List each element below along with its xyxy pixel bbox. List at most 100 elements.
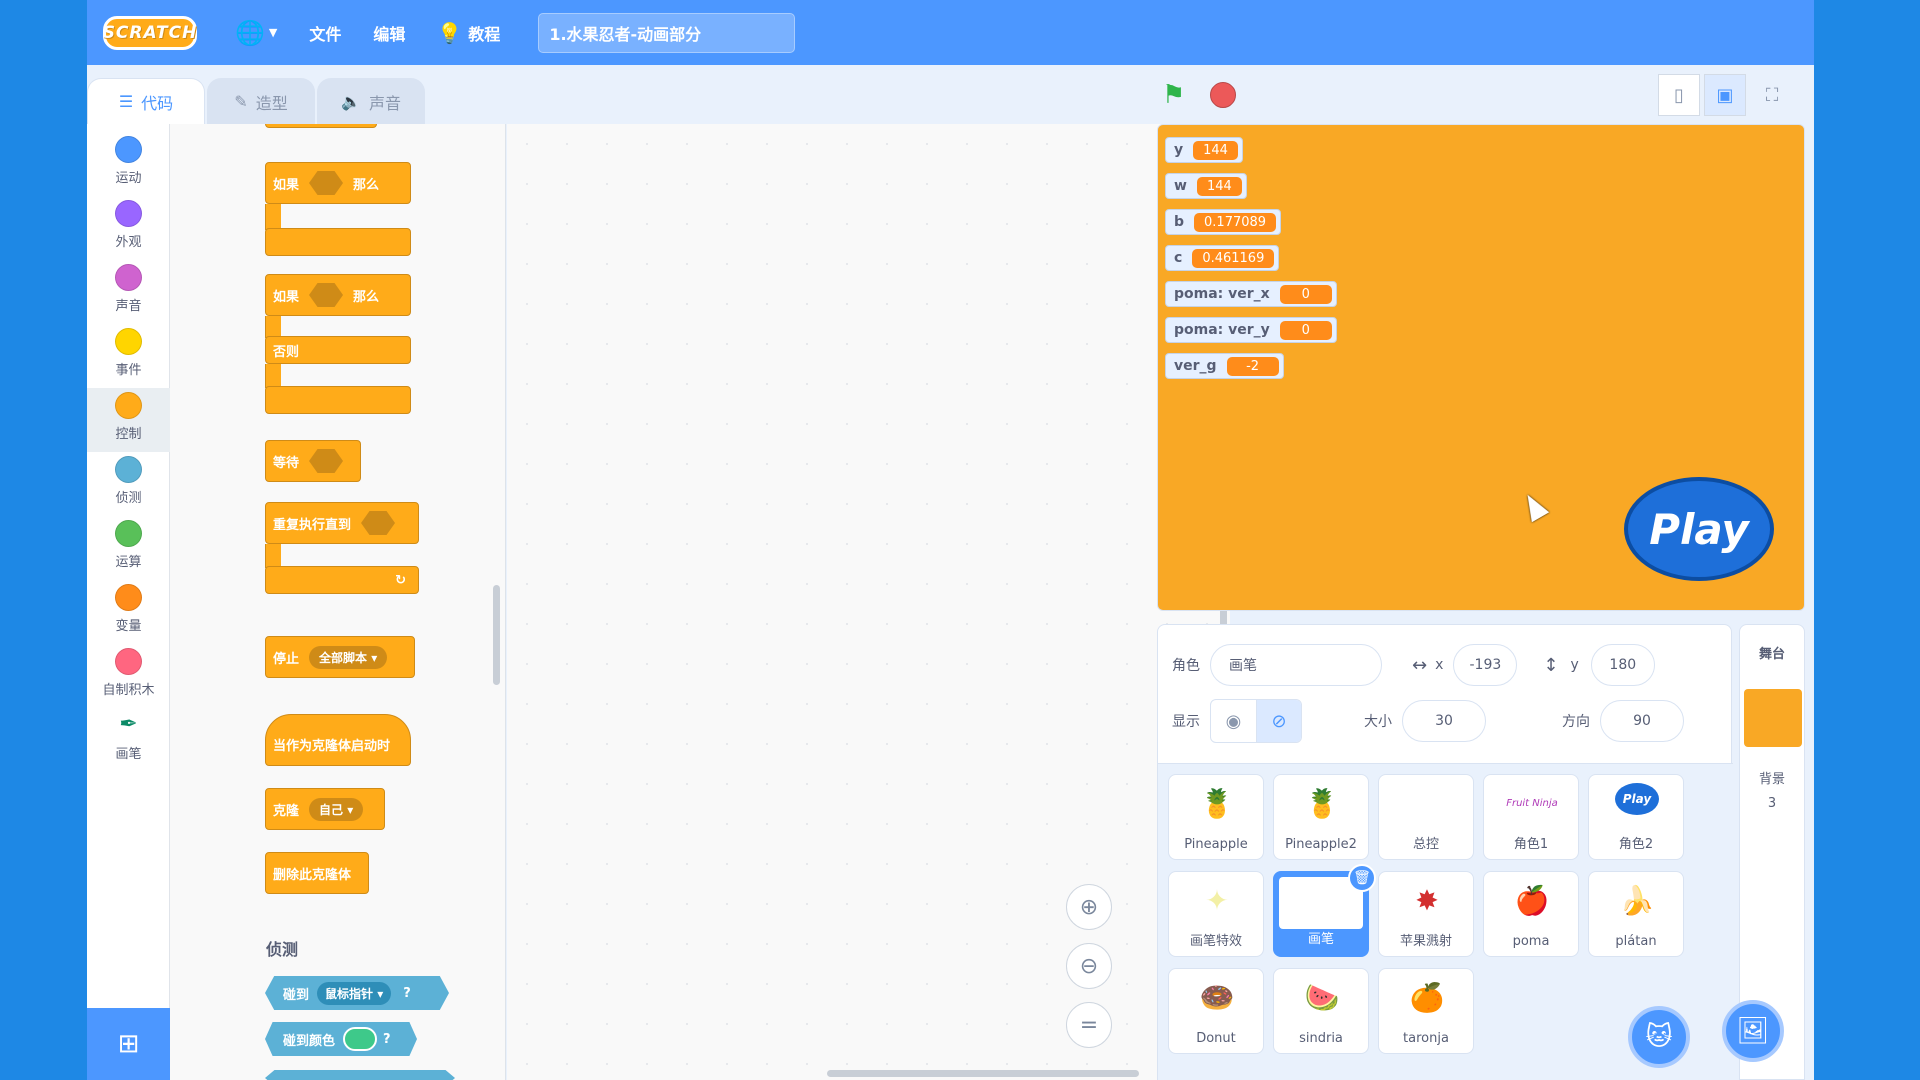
sprite-tile-poma[interactable]: 🍎 poma [1483, 871, 1579, 957]
color-swatch[interactable] [343, 1027, 378, 1051]
file-menu[interactable]: 文件 [293, 0, 357, 65]
sprite-info-row-1: 角色 画笔 ↔ x -193 ↕ y 180 [1172, 643, 1655, 687]
tab-code-label: 代码 [141, 93, 174, 113]
block-partial[interactable] [265, 124, 377, 128]
sprite-name-input[interactable]: 画笔 [1210, 644, 1382, 686]
tab-sounds[interactable]: 🔈 声音 [317, 78, 425, 124]
backdrops-label: 背景 [1758, 772, 1785, 787]
block-label: 否则 [273, 344, 300, 360]
x-position-input[interactable]: -193 [1453, 644, 1518, 686]
sprite-name: Pineapple [1184, 837, 1248, 852]
category-looks[interactable]: 外观 [87, 196, 170, 260]
backdrops-count: 3 [1767, 796, 1777, 811]
y-position-input[interactable]: 180 [1590, 644, 1655, 686]
category-motion[interactable]: 运动 [87, 132, 170, 196]
category-my-blocks[interactable]: 自制积木 [87, 644, 170, 708]
choose-backdrop-button[interactable]: 🖼 [1722, 1000, 1784, 1062]
language-menu[interactable]: 🌐 ▼ [197, 0, 293, 65]
block-when-clone-start[interactable]: 当作为克隆体启动时 [265, 714, 411, 766]
boolean-slot [361, 511, 396, 535]
scratch-logo[interactable]: SCRATCH [103, 15, 197, 50]
apple-icon: 🍎 [1514, 883, 1550, 917]
sprite-name: 角色1 [1513, 837, 1549, 852]
fruit-ninja-logo-icon: Fruit Ninja [1506, 797, 1558, 809]
clone-option-dropdown[interactable]: 自己 ▾ [309, 797, 364, 821]
category-events[interactable]: 事件 [87, 324, 170, 388]
fullscreen-button[interactable]: ⛶ [1751, 74, 1793, 116]
large-stage-button[interactable]: ▣ [1704, 74, 1746, 116]
tab-sounds-label: 声音 [368, 93, 401, 113]
category-dot [115, 264, 142, 291]
category-sensing[interactable]: 侦测 [87, 452, 170, 516]
c-block-arm [265, 204, 281, 230]
tab-code[interactable]: ☰ 代码 [87, 78, 205, 124]
tutorials-menu[interactable]: 💡 教程 [421, 0, 516, 65]
category-variables[interactable]: 变量 [87, 580, 170, 644]
block-stop[interactable]: 停止 全部脚本 ▾ [265, 636, 415, 678]
sprite-tile-taronja[interactable]: 🍊 taronja [1378, 968, 1474, 1054]
block-repeat-until[interactable]: 重复执行直到 [265, 502, 419, 544]
hide-sprite-button[interactable]: ⊘ [1256, 700, 1301, 742]
image-plus-icon: 🖼 [1736, 1016, 1770, 1046]
sprite-tile-pineapple2[interactable]: 🍍 Pineapple2 [1273, 774, 1369, 860]
sprite-tile-character2[interactable]: Play 角色2 [1588, 774, 1684, 860]
category-sound[interactable]: 声音 [87, 260, 170, 324]
stage-target-title: 舞台 [1758, 647, 1785, 662]
script-workspace[interactable] [507, 124, 1230, 1080]
touching-option-dropdown[interactable]: 鼠标指针 ▾ [317, 981, 392, 1005]
choose-sprite-button[interactable]: 🐱 [1628, 1006, 1690, 1068]
sprite-tile-character1[interactable]: Fruit Ninja 角色1 [1483, 774, 1579, 860]
tab-costumes[interactable]: ✎ 造型 [207, 78, 315, 124]
workspace-horizontal-scrollbar[interactable] [827, 1070, 1139, 1077]
stage-canvas[interactable]: y 144 w 144 b 0.177089 c 0.461169 poma: … [1157, 124, 1805, 611]
category-pen[interactable]: ✒ 画笔 [87, 708, 170, 772]
sprite-tile-donut[interactable]: 🍩 Donut [1168, 968, 1264, 1054]
direction-input[interactable]: 90 [1600, 700, 1684, 742]
category-menu: 运动 外观 声音 事件 控制 侦测 运算 变量 自制积木 ✒ 画笔 [87, 124, 170, 1080]
show-sprite-button[interactable]: ◉ [1211, 700, 1256, 742]
block-delete-clone[interactable]: 删除此克隆体 [265, 852, 369, 894]
edit-menu[interactable]: 编辑 [357, 0, 421, 65]
pen-icon: ✒ [119, 712, 138, 737]
stop-option-dropdown[interactable]: 全部脚本 ▾ [309, 645, 388, 669]
sprite-tile-apple-splash[interactable]: ✸ 苹果溅射 [1378, 871, 1474, 957]
sprite-name: sindria [1299, 1031, 1343, 1046]
sprite-tile-pen[interactable]: 画笔 🗑 [1273, 864, 1376, 957]
delete-sprite-button[interactable]: 🗑 [1348, 864, 1376, 892]
project-title-input[interactable]: 1.水果忍者-动画部分 [538, 12, 796, 53]
block-label: 碰到 [283, 987, 310, 1003]
block-touching-color[interactable]: 碰到颜色 ? [265, 1022, 417, 1056]
sprite-name: taronja [1403, 1031, 1449, 1046]
size-label: 大小 [1364, 714, 1392, 730]
block-touching[interactable]: 碰到 鼠标指针 ▾ ? [265, 976, 449, 1010]
zoom-in-button[interactable]: ⊕ [1066, 884, 1112, 930]
zoom-out-icon: ⊖ [1079, 953, 1099, 979]
category-operators[interactable]: 运算 [87, 516, 170, 580]
sprite-label: 角色 [1172, 658, 1200, 674]
green-flag-icon: ⚑ [1162, 80, 1186, 110]
sprite-tile-platan[interactable]: 🍌 plátan [1588, 871, 1684, 957]
sprite-tile-master-control[interactable]: 总控 [1378, 774, 1474, 860]
block-partial-sensing[interactable] [265, 1070, 455, 1080]
sprite-tile-sindria[interactable]: 🍉 sindria [1273, 968, 1369, 1054]
variable-monitor-w: w 144 [1165, 173, 1247, 199]
zoom-out-button[interactable]: ⊖ [1066, 943, 1112, 989]
block-create-clone[interactable]: 克隆 自己 ▾ [265, 788, 385, 830]
size-input[interactable]: 30 [1402, 700, 1486, 742]
zoom-reset-button[interactable]: = [1066, 1002, 1112, 1048]
category-control[interactable]: 控制 [87, 388, 170, 452]
cat-plus-icon: 🐱 [1645, 1022, 1673, 1052]
palette-scrollbar[interactable] [493, 585, 500, 685]
block-if-else[interactable]: 如果 那么 [265, 274, 411, 316]
sprite-tile-pen-effect[interactable]: ✦ 画笔特效 [1168, 871, 1264, 957]
block-wait-until[interactable]: 等待 [265, 440, 361, 482]
block-if-then[interactable]: 如果 那么 [265, 162, 411, 204]
sprite-tile-pineapple[interactable]: 🍍 Pineapple [1168, 774, 1264, 860]
stop-button[interactable] [1210, 82, 1236, 108]
c-block-arm [265, 364, 281, 388]
play-sprite[interactable]: Play [1624, 477, 1774, 581]
banana-icon: 🍌 [1619, 883, 1655, 917]
green-flag-button[interactable]: ⚑ [1162, 80, 1185, 110]
small-stage-button[interactable]: ▯ [1658, 74, 1700, 116]
add-extension-button[interactable]: ⊞ [87, 1008, 170, 1080]
